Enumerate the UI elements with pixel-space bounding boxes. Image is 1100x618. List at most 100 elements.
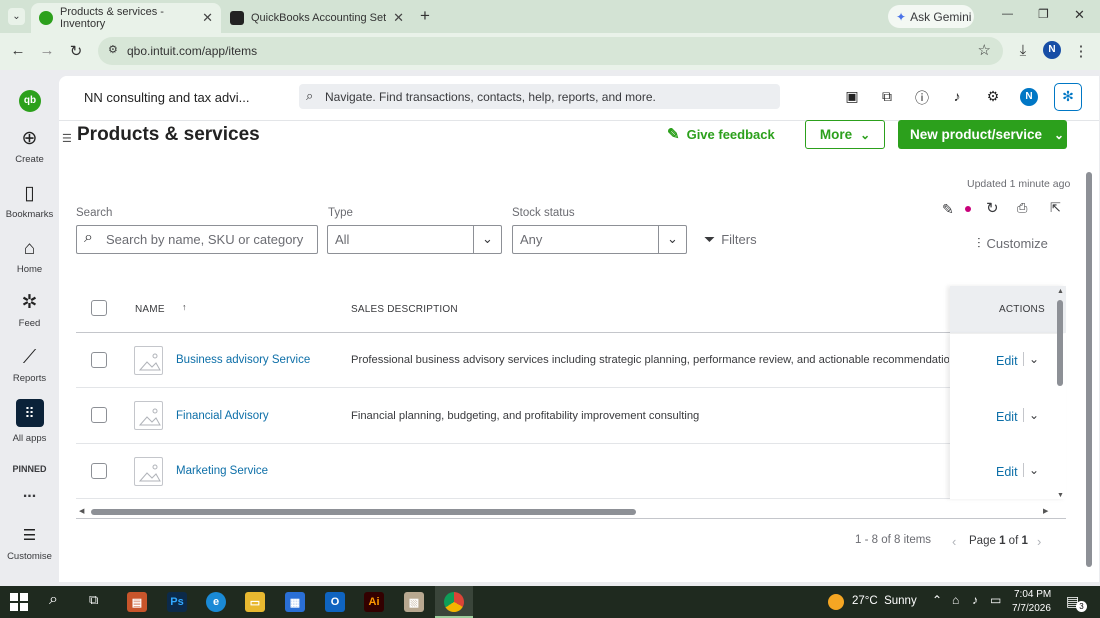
profile-avatar[interactable]: N	[1043, 41, 1061, 59]
taskbar-chrome-active[interactable]	[435, 586, 473, 618]
weather-text[interactable]: 27°C Sunny	[852, 595, 917, 607]
edit-link[interactable]: Edit	[996, 410, 1018, 424]
close-tab-icon[interactable]: ✕	[393, 10, 404, 26]
app-top-bar: NN consulting and tax advi... ⌕ Navigate…	[59, 76, 1099, 121]
table-horizontal-scrollbar[interactable]: ◀ ▶	[76, 506, 1066, 519]
assistant-button[interactable]: ✻	[1054, 83, 1082, 111]
product-search-input[interactable]: ⌕ Search by name, SKU or category	[76, 225, 318, 254]
taskbar-photoshop-icon[interactable]: Ps	[167, 592, 187, 612]
more-button[interactable]: More ⌄	[805, 120, 885, 149]
next-page-chevron-icon[interactable]: ›	[1037, 534, 1041, 549]
close-tab-icon[interactable]: ✕	[202, 10, 213, 26]
notifications-bell-icon[interactable]: ♪	[947, 88, 967, 104]
scroll-right-arrow-icon[interactable]: ▶	[1043, 507, 1048, 515]
user-avatar[interactable]: N	[1020, 88, 1038, 106]
column-header-name[interactable]: NAME	[135, 304, 165, 315]
company-name[interactable]: NN consulting and tax advi...	[84, 90, 249, 105]
customize-button[interactable]: ⫶ Customize	[977, 235, 1048, 252]
quickbooks-logo-icon[interactable]: qb	[19, 90, 41, 112]
give-feedback-button[interactable]: ✎ Give feedback	[667, 125, 775, 143]
prev-page-chevron-icon[interactable]: ‹	[952, 534, 956, 549]
tab-products-services[interactable]: Products & services - Inventory ✕	[31, 3, 221, 33]
reload-icon[interactable]: ↻	[66, 42, 86, 60]
battery-icon[interactable]: ▭	[990, 593, 1001, 607]
type-label: Type	[328, 207, 353, 219]
nav-create[interactable]: ⊕ Create	[0, 128, 59, 165]
more-pinned-button[interactable]: ...	[0, 484, 59, 502]
vertical-scroll-thumb[interactable]	[1057, 300, 1063, 386]
product-name-link[interactable]: Business advisory Service	[176, 354, 310, 366]
volume-icon[interactable]: ♪	[972, 593, 978, 607]
minimize-window-button[interactable]: —	[1002, 8, 1013, 20]
edit-link[interactable]: Edit	[996, 465, 1018, 479]
taskbar-illustrator-icon[interactable]: Ai	[364, 592, 384, 612]
tab-quickbooks-setup[interactable]: QuickBooks Accounting Setup ✕	[222, 3, 412, 33]
tasks-clipboard-icon[interactable]: ▣	[842, 88, 862, 105]
address-bar[interactable]: ⚙ qbo.intuit.com/app/items ☆	[98, 37, 1003, 65]
row-actions-chevron-icon[interactable]: ⌄	[1023, 463, 1039, 477]
nav-bookmarks[interactable]: ▯ Bookmarks	[0, 183, 59, 220]
row-actions-chevron-icon[interactable]: ⌄	[1023, 352, 1039, 366]
row-checkbox[interactable]	[91, 407, 107, 423]
browser-menu-icon[interactable]: ⋮	[1071, 42, 1091, 60]
global-search-input[interactable]: ⌕ Navigate. Find transactions, contacts,…	[299, 84, 780, 109]
network-icon[interactable]: ⌂	[952, 593, 959, 607]
filters-button[interactable]: ⏷ Filters	[704, 231, 757, 248]
nav-all-apps[interactable]: ⠿ All apps	[0, 399, 59, 444]
sort-arrow-icon[interactable]: ↑	[182, 302, 187, 312]
row-checkbox[interactable]	[91, 352, 107, 368]
page-vertical-scrollbar[interactable]	[1084, 170, 1096, 576]
product-name-link[interactable]: Marketing Service	[176, 465, 268, 477]
stock-status-select[interactable]: Any ⌄	[512, 225, 687, 254]
restore-window-button[interactable]: ❐	[1038, 7, 1049, 21]
edit-link[interactable]: Edit	[996, 354, 1018, 368]
taskbar-edge-icon[interactable]: e	[206, 592, 226, 612]
nav-home[interactable]: ⌂ Home	[0, 238, 59, 275]
settings-gear-icon[interactable]: ⚙	[983, 88, 1003, 105]
taskbar-outlook-icon[interactable]: O	[325, 592, 345, 612]
type-select[interactable]: All ⌄	[327, 225, 502, 254]
table-vertical-scrollbar[interactable]: ▲ ▼	[1056, 288, 1066, 502]
windows-start-icon[interactable]	[10, 593, 28, 611]
scroll-down-arrow-icon[interactable]: ▼	[1057, 492, 1064, 499]
taskbar-image-app-icon[interactable]: ▧	[404, 592, 424, 612]
tab-search-chevron-icon[interactable]: ⌄	[8, 8, 25, 25]
row-checkbox[interactable]	[91, 463, 107, 479]
refresh-icon[interactable]: ↻	[986, 199, 999, 217]
scroll-up-arrow-icon[interactable]: ▲	[1057, 288, 1064, 295]
filter-funnel-icon: ⏷	[704, 231, 716, 247]
new-tab-button[interactable]: +	[420, 6, 430, 26]
site-info-icon[interactable]: ⚙	[108, 43, 118, 56]
export-icon[interactable]: ⇱	[1050, 200, 1061, 216]
help-icon[interactable]: ⓘ	[912, 88, 932, 108]
product-name-link[interactable]: Financial Advisory	[176, 410, 269, 422]
new-product-service-button[interactable]: New product/service ⌄	[898, 120, 1067, 149]
nav-customise[interactable]: ☰ Customise	[0, 525, 59, 562]
taskbar-search-icon[interactable]: ⌕	[49, 591, 58, 609]
scroll-left-arrow-icon[interactable]: ◀	[79, 507, 84, 515]
ask-gemini-button[interactable]: ✦ Ask Gemini	[888, 5, 974, 28]
clock-date[interactable]: 7/7/2026	[1012, 603, 1051, 614]
bookmark-star-icon[interactable]: ☆	[978, 41, 991, 59]
collapse-nav-icon[interactable]: ☰	[62, 132, 72, 145]
forward-arrow-icon[interactable]: →	[37, 42, 57, 59]
column-header-sales-description[interactable]: SALES DESCRIPTION	[351, 304, 458, 315]
nav-reports[interactable]: ⟋ Reports	[0, 347, 59, 384]
edit-pencil-icon[interactable]: ✎	[942, 201, 954, 218]
taskbar-file-explorer-icon[interactable]: ▭	[245, 592, 265, 612]
close-window-button[interactable]: ✕	[1074, 7, 1085, 23]
back-arrow-icon[interactable]: ←	[8, 42, 28, 59]
row-actions-chevron-icon[interactable]: ⌄	[1023, 408, 1039, 422]
show-hidden-icons-icon[interactable]: ⌃	[932, 593, 942, 607]
select-all-checkbox[interactable]	[91, 300, 107, 316]
task-view-icon[interactable]: ⧉	[89, 592, 98, 608]
taskbar-microsoft-store-icon[interactable]: ▦	[285, 592, 305, 612]
clock-time[interactable]: 7:04 PM	[1014, 589, 1051, 600]
taskbar-app-store-icon[interactable]: ▤	[127, 592, 147, 612]
apps-icon[interactable]: ⧉	[877, 88, 897, 105]
horizontal-scroll-thumb[interactable]	[91, 509, 636, 515]
nav-feed[interactable]: ✲ Feed	[0, 292, 59, 329]
download-icon[interactable]: ⤓	[1013, 42, 1033, 59]
print-icon[interactable]: ⎙	[1017, 200, 1027, 216]
page-scroll-thumb[interactable]	[1086, 172, 1092, 567]
